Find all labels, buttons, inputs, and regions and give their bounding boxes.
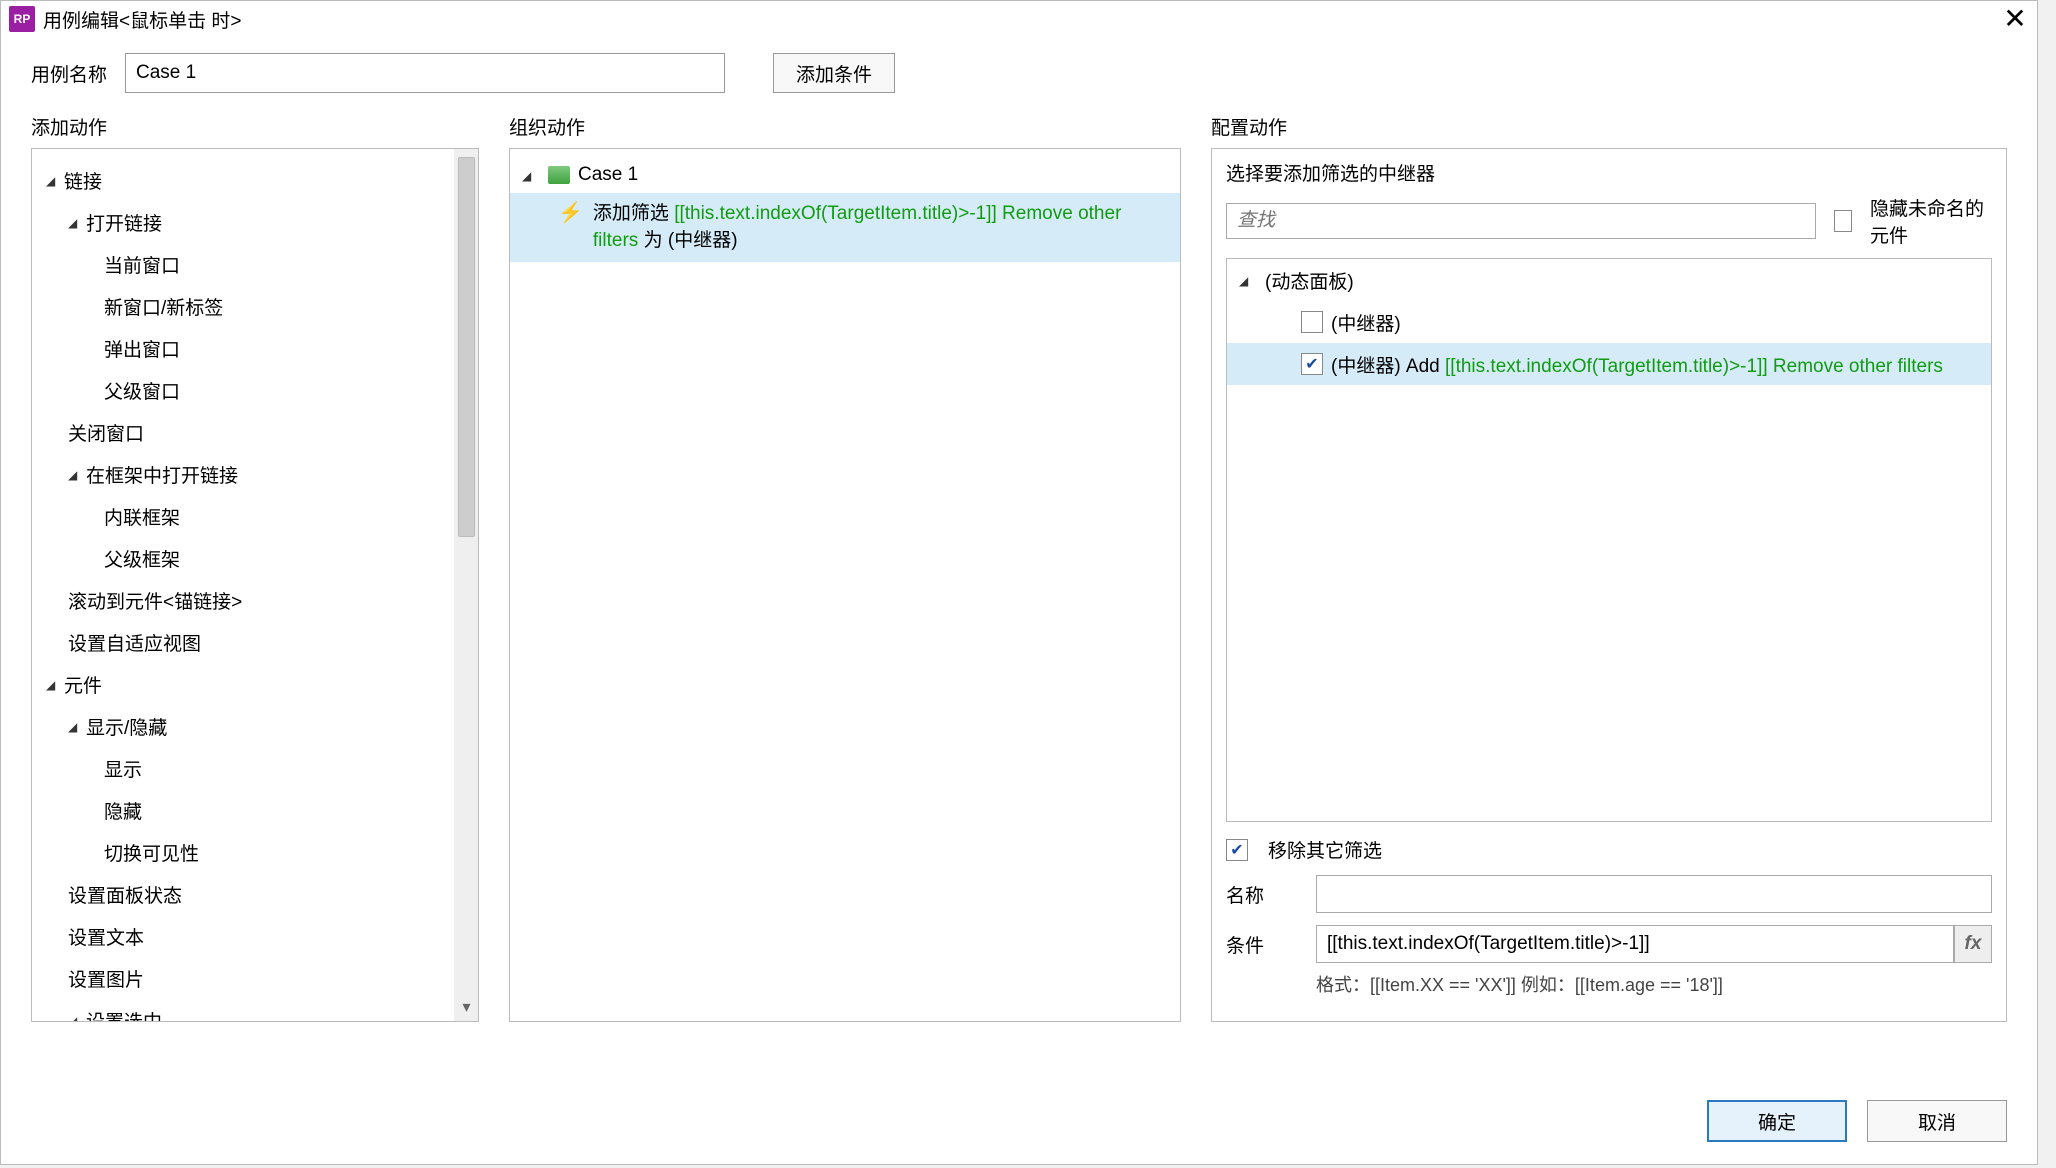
organize-header: 组织动作 <box>509 113 1181 140</box>
case-editor-dialog: RP 用例编辑<鼠标单击 时> ✕ 用例名称 添加条件 添加动作 链接 打开链接… <box>0 0 2038 1165</box>
filter-condition-input[interactable] <box>1316 925 1954 963</box>
tree-node-current-window[interactable]: 当前窗口 <box>104 251 180 278</box>
filter-condition-row: 条件 fx <box>1226 925 1992 963</box>
action-row-add-filter[interactable]: ⚡ 添加筛选 [[this.text.indexOf(TargetItem.ti… <box>510 193 1180 262</box>
titlebar: RP 用例编辑<鼠标单击 时> ✕ <box>1 1 2037 37</box>
target-repeater-2-checkbox[interactable] <box>1301 353 1323 375</box>
cancel-button[interactable]: 取消 <box>1867 1100 2007 1142</box>
tree-node-links[interactable]: 链接 <box>64 167 102 194</box>
fx-button[interactable]: fx <box>1954 925 1992 963</box>
add-action-column: 添加动作 链接 打开链接 当前窗口 新窗口/新标签 弹出窗口 父级窗口 关闭窗口… <box>31 113 479 1022</box>
action-suffix: 为 (中继器) <box>638 230 737 251</box>
action-tree-panel: 链接 打开链接 当前窗口 新窗口/新标签 弹出窗口 父级窗口 关闭窗口 在框架中… <box>31 148 479 1022</box>
tree-node-hide[interactable]: 隐藏 <box>104 797 142 824</box>
case-label: Case 1 <box>578 164 638 186</box>
filter-condition-label: 条件 <box>1226 931 1296 958</box>
scrollbar-down-arrow-icon[interactable]: ▾ <box>455 997 478 1017</box>
tree-node-popup[interactable]: 弹出窗口 <box>104 335 180 362</box>
window-title: 用例编辑<鼠标单击 时> <box>43 6 2001 33</box>
chevron-down-icon[interactable] <box>46 172 64 188</box>
tree-node-set-selected[interactable]: 设置选中 <box>86 1007 162 1022</box>
search-input[interactable] <box>1226 203 1816 239</box>
app-icon: RP <box>9 6 35 32</box>
tree-node-scroll-anchor[interactable]: 滚动到元件<锚链接> <box>68 587 242 614</box>
filter-name-row: 名称 <box>1226 875 1992 913</box>
target-repeater-2[interactable]: (中继器) Add [[this.text.indexOf(TargetItem… <box>1227 343 1991 385</box>
organize-panel: Case 1 ⚡ 添加筛选 [[this.text.indexOf(Target… <box>509 148 1181 1022</box>
lightning-icon: ⚡ <box>558 203 583 223</box>
tree-node-show[interactable]: 显示 <box>104 755 142 782</box>
tree-node-show-hide[interactable]: 显示/隐藏 <box>86 713 167 740</box>
target-repeater-1-checkbox[interactable] <box>1301 311 1323 333</box>
close-icon[interactable]: ✕ <box>2001 5 2029 33</box>
ok-button[interactable]: 确定 <box>1707 1100 1847 1142</box>
configure-panel: 选择要添加筛选的中继器 隐藏未命名的元件 (动态面板) (中继器) <box>1211 148 2007 1022</box>
configure-action-column: 配置动作 选择要添加筛选的中继器 隐藏未命名的元件 (动态面板) <box>1211 113 2007 1022</box>
target-tree: (动态面板) (中继器) (中继器) Add [[this.text.index… <box>1226 258 1992 822</box>
dialog-buttons: 确定 取消 <box>1707 1100 2007 1142</box>
case-name-row: 用例名称 添加条件 <box>1 37 2037 103</box>
chevron-down-icon[interactable] <box>68 466 86 482</box>
scrollbar-thumb[interactable] <box>458 157 475 537</box>
chevron-down-icon[interactable] <box>522 167 540 183</box>
case-row[interactable]: Case 1 <box>510 157 1180 193</box>
tree-node-widgets[interactable]: 元件 <box>64 671 102 698</box>
add-condition-button[interactable]: 添加条件 <box>773 53 895 93</box>
tree-node-set-text[interactable]: 设置文本 <box>68 923 144 950</box>
tree-node-set-image[interactable]: 设置图片 <box>68 965 144 992</box>
condition-hint: 格式：[[Item.XX == 'XX']] 例如：[[Item.age == … <box>1316 971 1992 997</box>
filter-name-label: 名称 <box>1226 881 1296 908</box>
action-text: 添加筛选 [[this.text.indexOf(TargetItem.titl… <box>593 201 1166 254</box>
chevron-down-icon[interactable] <box>1239 272 1257 288</box>
tree-node-toggle[interactable]: 切换可见性 <box>104 839 199 866</box>
target-dynamic-panel-label: (动态面板) <box>1265 267 1354 294</box>
tree-node-open-in-frame[interactable]: 在框架中打开链接 <box>86 461 238 488</box>
case-icon <box>548 166 570 184</box>
hide-unnamed-label: 隐藏未命名的元件 <box>1870 194 1992 248</box>
tree-node-parent-window[interactable]: 父级窗口 <box>104 377 180 404</box>
target-repeater-2-label: (中继器) Add [[this.text.indexOf(TargetItem… <box>1331 351 1943 378</box>
remove-other-label: 移除其它筛选 <box>1268 836 1382 863</box>
case-name-label: 用例名称 <box>31 60 107 87</box>
action-prefix: 添加筛选 <box>593 203 674 224</box>
tree-node-close-window[interactable]: 关闭窗口 <box>68 419 144 446</box>
select-repeater-label: 选择要添加筛选的中继器 <box>1226 159 1992 186</box>
hide-unnamed-checkbox[interactable] <box>1834 210 1852 232</box>
action-tree-scrollbar[interactable]: ▾ <box>454 149 478 1021</box>
remove-other-checkbox[interactable] <box>1226 839 1248 861</box>
target-dynamic-panel[interactable]: (动态面板) <box>1227 259 1991 301</box>
add-action-header: 添加动作 <box>31 113 479 140</box>
tree-node-new-window[interactable]: 新窗口/新标签 <box>104 293 223 320</box>
action-tree[interactable]: 链接 打开链接 当前窗口 新窗口/新标签 弹出窗口 父级窗口 关闭窗口 在框架中… <box>32 149 454 1021</box>
target-repeater-1[interactable]: (中继器) <box>1227 301 1991 343</box>
chevron-down-icon[interactable] <box>46 676 64 692</box>
case-name-input[interactable] <box>125 53 725 93</box>
chevron-down-icon[interactable] <box>68 1012 86 1021</box>
filter-name-input[interactable] <box>1316 875 1992 913</box>
tree-node-open-link[interactable]: 打开链接 <box>86 209 162 236</box>
target-repeater-1-label: (中继器) <box>1331 309 1401 336</box>
organize-action-column: 组织动作 Case 1 ⚡ 添加筛选 [[this.text.indexOf(T… <box>509 113 1181 1022</box>
configure-header: 配置动作 <box>1211 113 2007 140</box>
tree-node-adaptive-view[interactable]: 设置自适应视图 <box>68 629 201 656</box>
chevron-down-icon[interactable] <box>68 214 86 230</box>
tree-node-parent-frame[interactable]: 父级框架 <box>104 545 180 572</box>
tree-node-panel-state[interactable]: 设置面板状态 <box>68 881 182 908</box>
tree-node-inline-frame[interactable]: 内联框架 <box>104 503 180 530</box>
chevron-down-icon[interactable] <box>68 718 86 734</box>
remove-other-row: 移除其它筛选 <box>1226 836 1992 863</box>
